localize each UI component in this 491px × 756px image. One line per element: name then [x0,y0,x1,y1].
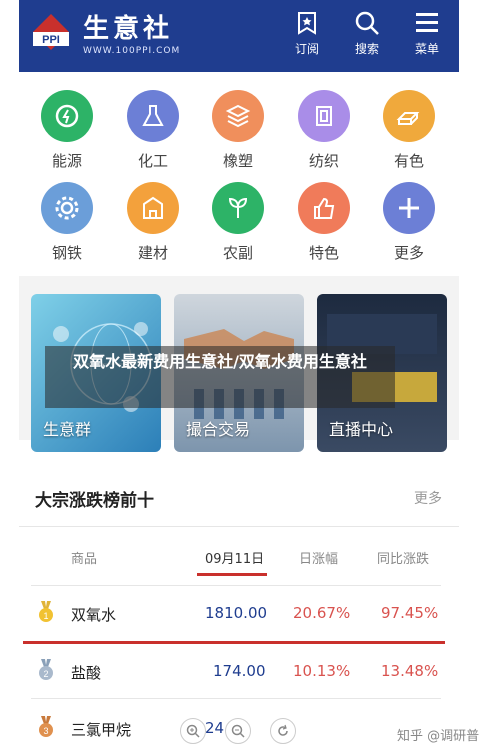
price-value: 174.00 [213,662,266,680]
layers-icon [212,90,264,142]
ranking-more-link[interactable]: 更多 [414,488,442,508]
category-steel[interactable]: 钢铁 [32,182,102,263]
category-building-materials[interactable]: 建材 [118,182,188,263]
category-label: 纺织 [308,152,339,170]
daily-change: 20.67% [293,604,351,622]
watermark: 知乎 @调研普 [397,729,480,744]
zoom-in-icon [186,724,200,738]
flask-icon [127,90,179,142]
search-label: 搜索 [354,42,379,56]
medal-rank: 3 [43,726,48,736]
category-label: 建材 [137,244,168,262]
menu-label: 菜单 [414,42,439,56]
yoy-change: 13.48% [381,662,439,680]
divider [31,698,441,699]
thumbs-up-icon [298,182,350,234]
feature-label: 直播中心 [329,420,394,439]
gear-icon [41,182,93,234]
zoom-in-button[interactable] [180,718,206,744]
ppi-logo[interactable]: PPI [31,12,71,60]
subscribe-button[interactable]: 订阅 [287,10,327,66]
divider [19,526,459,527]
column-header-daily-change[interactable]: 日涨幅 [299,548,338,567]
medal-rank: 1 [43,611,48,621]
menu-button[interactable]: 菜单 [407,10,447,66]
category-label: 农副 [222,244,253,262]
column-header-yoy-change[interactable]: 同比涨跌 [377,548,429,567]
category-rubber-plastic[interactable]: 橡塑 [203,90,273,171]
product-name: 盐酸 [71,664,102,682]
recycle-icon [41,90,93,142]
logo-text: PPI [42,34,60,46]
divider [31,585,441,586]
search-icon [355,11,379,35]
bookmark-star-icon [298,12,316,35]
category-label: 更多 [393,244,424,262]
product-name: 三氯甲烷 [71,721,132,739]
rotate-icon [278,724,288,736]
price-value: 1810.00 [205,604,268,622]
highlight-underline [23,641,445,644]
category-label: 橡塑 [222,152,253,170]
search-button[interactable]: 搜索 [347,10,387,66]
plus-icon [383,182,435,234]
category-textile[interactable]: 纺织 [289,90,359,171]
hamburger-icon [416,13,438,32]
feature-label: 撮合交易 [186,420,251,439]
bronze-medal-icon: 3 [39,716,53,737]
rotate-button[interactable] [270,718,296,744]
product-name: 双氧水 [71,606,117,624]
category-featured[interactable]: 特色 [289,182,359,263]
silver-medal-icon: 2 [39,659,53,680]
active-column-underline [197,573,267,576]
subscribe-label: 订阅 [294,42,319,56]
column-header-date[interactable]: 09月11日 [205,548,264,567]
category-chemical[interactable]: 化工 [118,90,188,171]
ingot-icon [383,90,435,142]
category-label: 特色 [308,244,339,262]
category-more[interactable]: 更多 [374,182,444,263]
category-label: 能源 [51,152,82,170]
fabric-icon [298,90,350,142]
column-header-product: 商品 [71,552,98,567]
ranking-title: 大宗涨跌榜前十 [35,491,154,511]
daily-change: 10.13% [293,662,351,680]
leaf-icon [212,182,264,234]
zoom-out-icon [231,724,245,738]
medal-rank: 2 [43,669,48,679]
brand-url: WWW.100PPI.COM [83,46,181,56]
header: PPI 生意社 WWW.100PPI.COM 订阅 搜索 菜单 [19,0,459,72]
category-label: 有色 [393,152,424,170]
yoy-change: 97.45% [381,604,439,622]
price-value: 24 [205,719,225,737]
category-label: 钢铁 [51,244,82,262]
zoom-out-button[interactable] [225,718,251,744]
category-label: 化工 [137,152,168,170]
overlay-title: 双氧水最新费用生意社/双氧水费用生意社 [73,352,367,371]
category-agricultural[interactable]: 农副 [203,182,273,263]
category-nonferrous[interactable]: 有色 [374,90,444,171]
building-icon [127,182,179,234]
gold-medal-icon: 1 [39,601,53,622]
feature-label: 生意群 [43,420,92,439]
category-energy[interactable]: 能源 [32,90,102,171]
brand-name: 生意社 [83,14,174,44]
title-overlay: 双氧水最新费用生意社/双氧水费用生意社 [45,346,395,408]
